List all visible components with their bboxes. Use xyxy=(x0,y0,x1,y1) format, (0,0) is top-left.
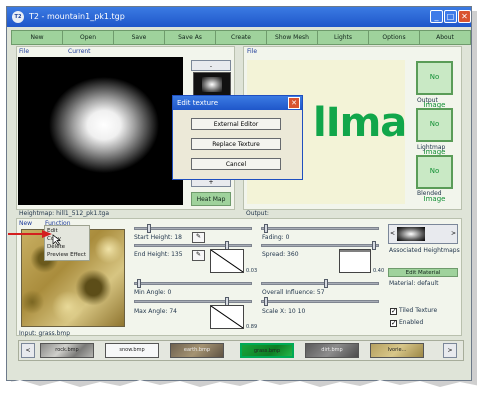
output-file-menu[interactable]: File xyxy=(247,48,257,55)
end-height-label: End Height: 135 xyxy=(134,251,183,258)
texture-thumb-earth[interactable]: earth.bmp xyxy=(170,343,224,358)
heightmap-thumb-image xyxy=(202,77,222,92)
min-angle-slider[interactable] xyxy=(134,279,252,288)
cancel-button[interactable]: Cancel xyxy=(191,158,281,170)
tiled-texture-checkbox[interactable]: ✓ xyxy=(390,308,397,315)
texture-strip-next-button[interactable]: > xyxy=(443,343,457,358)
spread-curve-line xyxy=(340,250,370,252)
fading-knob[interactable] xyxy=(264,224,268,233)
enabled-label: Enabled xyxy=(399,319,424,326)
height-curve[interactable] xyxy=(210,249,244,273)
texture-thumb-rock[interactable]: rock.bmp xyxy=(40,343,94,358)
texture-new-menu[interactable]: New xyxy=(19,220,32,227)
output-thumb[interactable]: No Image xyxy=(416,61,453,109)
lightmap-thumb[interactable]: No Image xyxy=(416,108,453,156)
heightmap-minus-button[interactable]: - xyxy=(191,60,231,71)
mouse-cursor-icon xyxy=(52,234,62,246)
heightmap-blob xyxy=(18,57,183,205)
spread-value: 0.40 xyxy=(373,268,385,274)
texture-thumb-grass[interactable]: grass.bmp xyxy=(240,343,294,358)
spread-curve[interactable] xyxy=(339,249,371,273)
menu-create[interactable]: Create xyxy=(215,30,267,45)
max-angle-slider[interactable] xyxy=(134,297,252,306)
menu-save[interactable]: Save xyxy=(113,30,165,45)
fading-slider[interactable] xyxy=(261,224,379,233)
texture-thumb-ivorie[interactable]: Ivorie... xyxy=(370,343,424,358)
spread-knob[interactable] xyxy=(372,241,376,250)
edit-texture-dialog: Edit texture ✕ External Editor Replace T… xyxy=(172,95,303,180)
overall-influence-label: Overall Influence: 57 xyxy=(262,289,325,296)
menu-open[interactable]: Open xyxy=(62,30,114,45)
input-caption: Input: grass.bmp xyxy=(19,330,71,337)
heightmap-caption: Heightmap: hill1_512_pk1.tga xyxy=(19,210,110,217)
associated-next-icon[interactable]: > xyxy=(451,230,456,237)
end-height-slider[interactable] xyxy=(134,241,252,250)
associated-heightmap-thumb[interactable] xyxy=(397,227,425,241)
external-editor-button[interactable]: External Editor xyxy=(191,118,281,130)
menu-options[interactable]: Options xyxy=(368,30,420,45)
dialog-title: Edit texture xyxy=(173,96,302,110)
maximize-button[interactable]: □ xyxy=(444,10,457,23)
output-placeholder-text: lImage xyxy=(313,100,405,146)
enabled-checkbox[interactable]: ✓ xyxy=(390,320,397,327)
associated-prev-icon[interactable]: < xyxy=(390,230,395,237)
toolbar: New Open Save Save As Create Show Mesh L… xyxy=(11,30,471,45)
menu-lights[interactable]: Lights xyxy=(317,30,369,45)
close-button[interactable]: ✕ xyxy=(458,10,471,23)
menu-about[interactable]: About xyxy=(419,30,471,45)
torn-edge xyxy=(0,380,500,402)
title-bar[interactable]: T2 T2 - mountain1_pk1.tgp _ □ ✕ xyxy=(7,7,471,27)
texture-thumb-snow[interactable]: snow.bmp xyxy=(105,343,159,358)
app-icon: T2 xyxy=(12,11,24,23)
menu-new[interactable]: New xyxy=(11,30,63,45)
replace-texture-button[interactable]: Replace Texture xyxy=(191,138,281,150)
start-height-label: Start Height: 18 xyxy=(134,234,182,241)
blended-thumb[interactable]: No Image xyxy=(416,155,453,203)
heat-map-button[interactable]: Heat Map xyxy=(191,192,231,206)
spread-label: Spread: 360 xyxy=(262,251,299,258)
texture-thumb-dirt[interactable]: dirt.bmp xyxy=(305,343,359,358)
heightmap-preview[interactable] xyxy=(18,57,183,205)
menu-save-as[interactable]: Save As xyxy=(164,30,216,45)
material-label: Material: default xyxy=(389,280,439,287)
minimize-button[interactable]: _ xyxy=(430,10,443,23)
menu-show-mesh[interactable]: Show Mesh xyxy=(266,30,318,45)
associated-heightmaps-box: < > xyxy=(388,224,458,244)
heightmap-file-menu[interactable]: File xyxy=(19,48,29,55)
angle-curve-line xyxy=(210,305,244,329)
angle-curve[interactable] xyxy=(210,305,244,329)
scale-label: Scale X: 10 10 xyxy=(262,308,306,315)
output-caption: Output: xyxy=(246,210,269,217)
scale-slider[interactable] xyxy=(261,297,379,306)
spread-slider[interactable] xyxy=(261,241,379,250)
end-height-pencil-icon[interactable]: ✎ xyxy=(192,250,205,261)
heightmap-current-label: Current xyxy=(68,48,91,55)
min-angle-knob[interactable] xyxy=(137,279,141,288)
start-height-pencil-icon[interactable]: ✎ xyxy=(192,232,205,243)
edit-material-button[interactable]: Edit Material xyxy=(388,268,458,277)
start-height-slider[interactable] xyxy=(134,224,252,233)
max-angle-label: Max Angle: 74 xyxy=(134,308,177,315)
overall-influence-knob[interactable] xyxy=(324,279,328,288)
ctx-preview-effect[interactable]: Preview Effect xyxy=(47,252,86,258)
output-thumb-label: Output xyxy=(417,97,438,104)
texture-strip-prev-button[interactable]: < xyxy=(21,343,35,358)
dialog-close-button[interactable]: ✕ xyxy=(288,97,300,109)
tiled-texture-label: Tiled Texture xyxy=(399,307,438,314)
overall-influence-slider[interactable] xyxy=(261,279,379,288)
height-curve-line xyxy=(210,249,244,273)
max-angle-value: 0.89 xyxy=(246,324,258,330)
min-angle-label: Min Angle: 0 xyxy=(134,289,172,296)
red-arrow-icon xyxy=(8,230,52,238)
end-height-value: 0.03 xyxy=(246,268,258,274)
window-title: T2 - mountain1_pk1.tgp xyxy=(29,12,125,21)
start-height-knob[interactable] xyxy=(147,224,151,233)
blended-thumb-label: Blended xyxy=(417,190,442,197)
scale-knob[interactable] xyxy=(264,297,268,306)
fading-label: Fading: 0 xyxy=(262,234,290,241)
lightmap-thumb-label: Lightmap xyxy=(417,144,446,151)
associated-heightmaps-label: Associated Heightmaps xyxy=(389,247,460,254)
